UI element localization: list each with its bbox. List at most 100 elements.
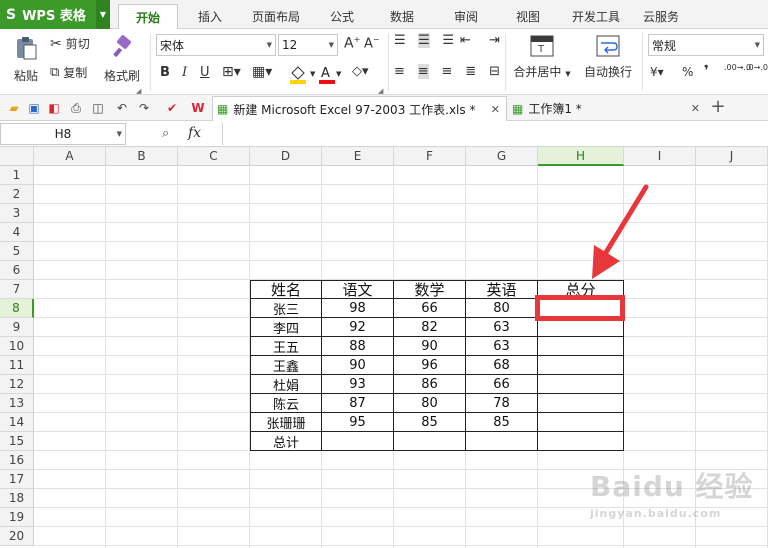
save-icon[interactable]: ▣	[26, 100, 42, 116]
align-right-icon[interactable]: ≡	[442, 64, 453, 79]
tab-formulas[interactable]: 公式	[318, 4, 366, 29]
clipboard-launcher-icon[interactable]: ◢	[136, 87, 141, 95]
table-cell[interactable]	[538, 337, 624, 356]
fill-color-button[interactable]: ▼	[288, 64, 315, 84]
font-name-select[interactable]: 宋体 ▼	[156, 34, 276, 56]
close-icon[interactable]: ✕	[691, 102, 700, 115]
table-cell[interactable]: 92	[322, 318, 394, 337]
close-icon[interactable]: ✕	[491, 103, 500, 116]
tab-page-layout[interactable]: 页面布局	[244, 4, 308, 29]
table-header-cell[interactable]: 语文	[322, 280, 394, 299]
number-format-select[interactable]: 常规 ▼	[648, 34, 764, 56]
italic-button[interactable]: I	[182, 65, 187, 80]
row-header-1[interactable]: 1	[0, 166, 34, 185]
grow-font-button[interactable]: A+	[344, 35, 360, 52]
formula-input[interactable]	[222, 123, 768, 145]
wrap-text-button[interactable]: 自动换行	[580, 35, 636, 80]
table-cell[interactable]: 87	[322, 394, 394, 413]
row-header-2[interactable]: 2	[0, 185, 34, 204]
tab-home[interactable]: 开始	[118, 4, 178, 29]
column-header-d[interactable]: D	[250, 147, 322, 166]
row-header-16[interactable]: 16	[0, 451, 34, 470]
row-header-17[interactable]: 17	[0, 470, 34, 489]
indent-decrease-icon[interactable]: ⇤	[460, 33, 471, 48]
align-center-icon[interactable]: ≡	[417, 64, 429, 79]
table-cell[interactable]: 陈云	[250, 394, 322, 413]
select-all-corner[interactable]	[0, 147, 34, 166]
row-header-18[interactable]: 18	[0, 489, 34, 508]
table-cell[interactable]: 93	[322, 375, 394, 394]
table-header-cell[interactable]: 姓名	[250, 280, 322, 299]
tab-developer[interactable]: 开发工具	[564, 4, 628, 29]
align-bottom-icon[interactable]: ☰	[442, 33, 454, 48]
table-header-cell[interactable]: 英语	[466, 280, 538, 299]
table-cell[interactable]: 80	[394, 394, 466, 413]
export-pdf-icon[interactable]: ◧	[46, 100, 62, 116]
name-box[interactable]: H8 ▼	[0, 123, 126, 145]
wps-home-icon[interactable]: W	[190, 100, 206, 116]
undo-icon[interactable]: ↶	[114, 100, 130, 116]
clear-format-button[interactable]: ◇▾	[352, 64, 369, 79]
table-cell[interactable]: 96	[394, 356, 466, 375]
comma-button[interactable]: ❜	[704, 63, 709, 79]
print-preview-icon[interactable]: ◫	[90, 100, 106, 116]
column-header-j[interactable]: J	[696, 147, 768, 166]
table-cell[interactable]: 68	[466, 356, 538, 375]
tab-insert[interactable]: 插入	[186, 4, 234, 29]
row-header-9[interactable]: 9	[0, 318, 34, 337]
print-icon[interactable]: ⎙	[68, 100, 84, 116]
row-header-3[interactable]: 3	[0, 204, 34, 223]
table-cell[interactable]: 总计	[250, 432, 322, 451]
underline-button[interactable]: U	[200, 65, 210, 80]
merge-center-button[interactable]: T 合并居中 ▼	[510, 35, 574, 80]
column-header-f[interactable]: F	[394, 147, 466, 166]
new-tab-plus-icon[interactable]: +	[710, 96, 726, 117]
row-header-7[interactable]: 7	[0, 280, 34, 299]
table-cell[interactable]: 王鑫	[250, 356, 322, 375]
tab-data[interactable]: 数据	[378, 4, 426, 29]
indent-increase-icon[interactable]: ⇥	[489, 33, 500, 48]
border-button[interactable]: ⊞▾	[222, 64, 241, 80]
table-cell[interactable]: 78	[466, 394, 538, 413]
table-cell[interactable]: 李四	[250, 318, 322, 337]
tab-cloud[interactable]: 云服务	[636, 4, 686, 29]
paste-button[interactable]: 粘贴	[8, 35, 44, 84]
zoom-magnifier-icon[interactable]: ⌕	[162, 126, 169, 141]
column-header-h[interactable]: H	[538, 147, 624, 166]
format-painter-button[interactable]: 格式刷	[102, 35, 142, 84]
shrink-font-button[interactable]: A−	[364, 35, 380, 51]
table-cell[interactable]: 90	[394, 337, 466, 356]
app-dropdown-icon[interactable]: ▼	[96, 0, 110, 29]
function-button[interactable]: fx	[188, 125, 201, 141]
table-cell[interactable]: 杜娟	[250, 375, 322, 394]
table-cell[interactable]	[394, 432, 466, 451]
column-header-a[interactable]: A	[34, 147, 106, 166]
row-header-19[interactable]: 19	[0, 508, 34, 527]
percent-button[interactable]: %	[682, 65, 693, 79]
tab-review[interactable]: 审阅	[442, 4, 490, 29]
table-cell[interactable]: 82	[394, 318, 466, 337]
table-cell[interactable]: 86	[394, 375, 466, 394]
tab-view[interactable]: 视图	[504, 4, 552, 29]
doc-tab-active[interactable]: ▦ 新建 Microsoft Excel 97-2003 工作表.xls * ✕	[212, 96, 507, 121]
table-cell[interactable]	[538, 394, 624, 413]
row-header-20[interactable]: 20	[0, 527, 34, 546]
table-cell[interactable]: 88	[322, 337, 394, 356]
table-cell[interactable]	[466, 432, 538, 451]
table-cell[interactable]: 95	[322, 413, 394, 432]
currency-button[interactable]: ¥▾	[650, 65, 664, 79]
selected-cell-highlight[interactable]	[535, 295, 625, 321]
row-header-13[interactable]: 13	[0, 394, 34, 413]
column-header-i[interactable]: I	[624, 147, 696, 166]
font-size-select[interactable]: 12 ▼	[278, 34, 338, 56]
customize-toolbar-icon[interactable]: ✔	[164, 100, 180, 116]
distribute-icon[interactable]: ⊟	[489, 64, 500, 79]
table-cell[interactable]: 80	[466, 299, 538, 318]
bold-button[interactable]: B	[160, 65, 170, 80]
column-header-e[interactable]: E	[322, 147, 394, 166]
table-cell[interactable]	[538, 432, 624, 451]
row-header-11[interactable]: 11	[0, 356, 34, 375]
table-cell[interactable]: 63	[466, 318, 538, 337]
app-menu-button[interactable]: S WPS 表格 ▼	[0, 0, 110, 29]
table-cell[interactable]: 85	[466, 413, 538, 432]
